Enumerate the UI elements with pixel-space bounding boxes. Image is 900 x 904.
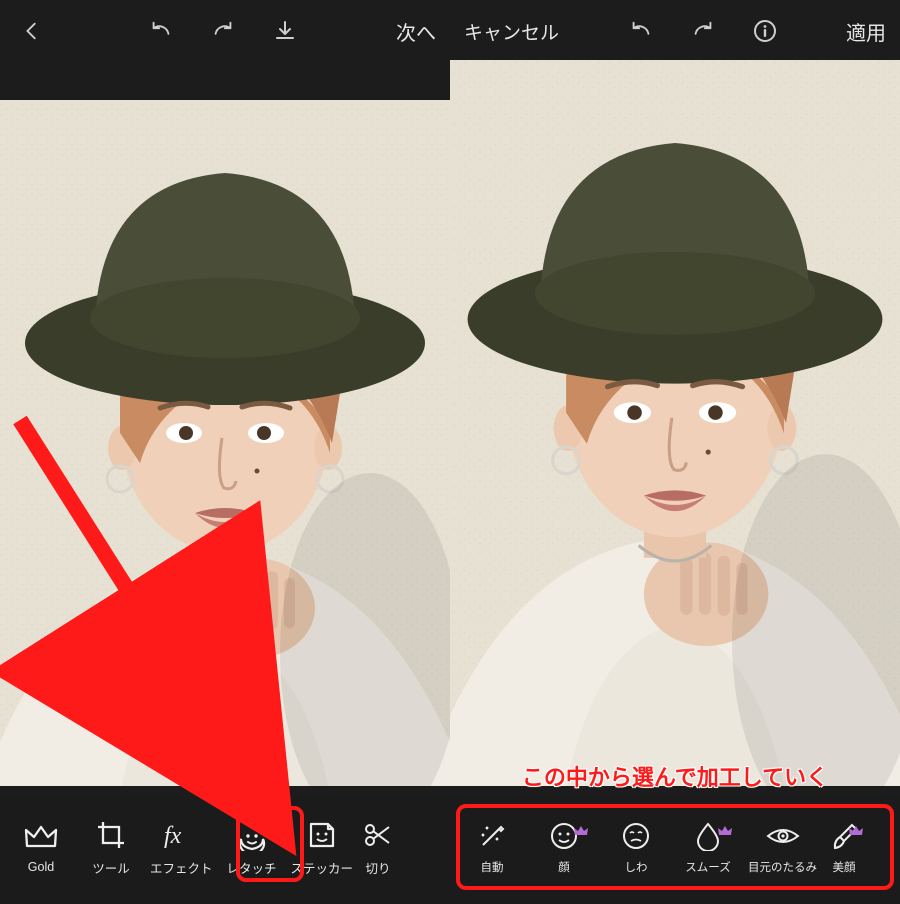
download-button[interactable] <box>267 13 303 49</box>
redo-button[interactable] <box>685 13 721 49</box>
canvas[interactable] <box>450 60 900 786</box>
svg-text:fx: fx <box>164 823 182 849</box>
tool-effect[interactable]: fx エフェクト <box>146 818 217 877</box>
annotation-caption: この中から選んで加工していく <box>450 760 900 792</box>
top-bar: 次へ <box>0 0 450 62</box>
chevron-left-icon <box>21 20 43 42</box>
download-icon <box>273 19 297 43</box>
tool-tools[interactable]: ツール <box>76 818 146 877</box>
redo-icon <box>690 20 716 42</box>
redo-button[interactable] <box>205 13 241 49</box>
top-bar: キャンセル 適用 <box>450 0 900 62</box>
undo-icon <box>628 20 654 42</box>
undo-icon <box>148 20 174 42</box>
cancel-button[interactable]: キャンセル <box>464 18 559 45</box>
tool-label: Gold <box>28 860 54 874</box>
next-button[interactable]: 次へ <box>396 17 436 46</box>
apply-button[interactable]: 適用 <box>846 17 886 46</box>
back-button[interactable] <box>14 13 50 49</box>
redo-icon <box>210 20 236 42</box>
canvas[interactable] <box>0 100 450 786</box>
fx-icon: fx <box>164 818 198 852</box>
bottom-toolbar: Gold ツール fx エフェクト レタッチ <box>0 796 450 904</box>
undo-button[interactable] <box>623 13 659 49</box>
info-icon <box>753 19 777 43</box>
editor-screen-retouch: キャンセル 適用 この中から選んで加工していく 自動 <box>450 0 900 904</box>
info-button[interactable] <box>747 13 783 49</box>
sticker-icon <box>305 818 339 852</box>
editor-screen-main: 次へ Gold ツール fx エフェクト <box>0 0 450 904</box>
photo-preview <box>450 60 900 786</box>
crop-icon <box>94 818 128 852</box>
annotation-highlight-retouch-bar <box>456 804 894 890</box>
tool-label: エフェクト <box>150 858 213 877</box>
tool-label: ツール <box>92 858 130 877</box>
tool-gold[interactable]: Gold <box>6 820 76 874</box>
photo-preview <box>0 100 450 786</box>
tool-crop-partial[interactable]: 切り <box>357 818 399 877</box>
undo-button[interactable] <box>143 13 179 49</box>
annotation-highlight-retouch <box>236 806 304 882</box>
tool-label: 切り <box>366 858 391 877</box>
scissors-icon <box>361 818 395 852</box>
crown-outline-icon <box>24 820 58 854</box>
